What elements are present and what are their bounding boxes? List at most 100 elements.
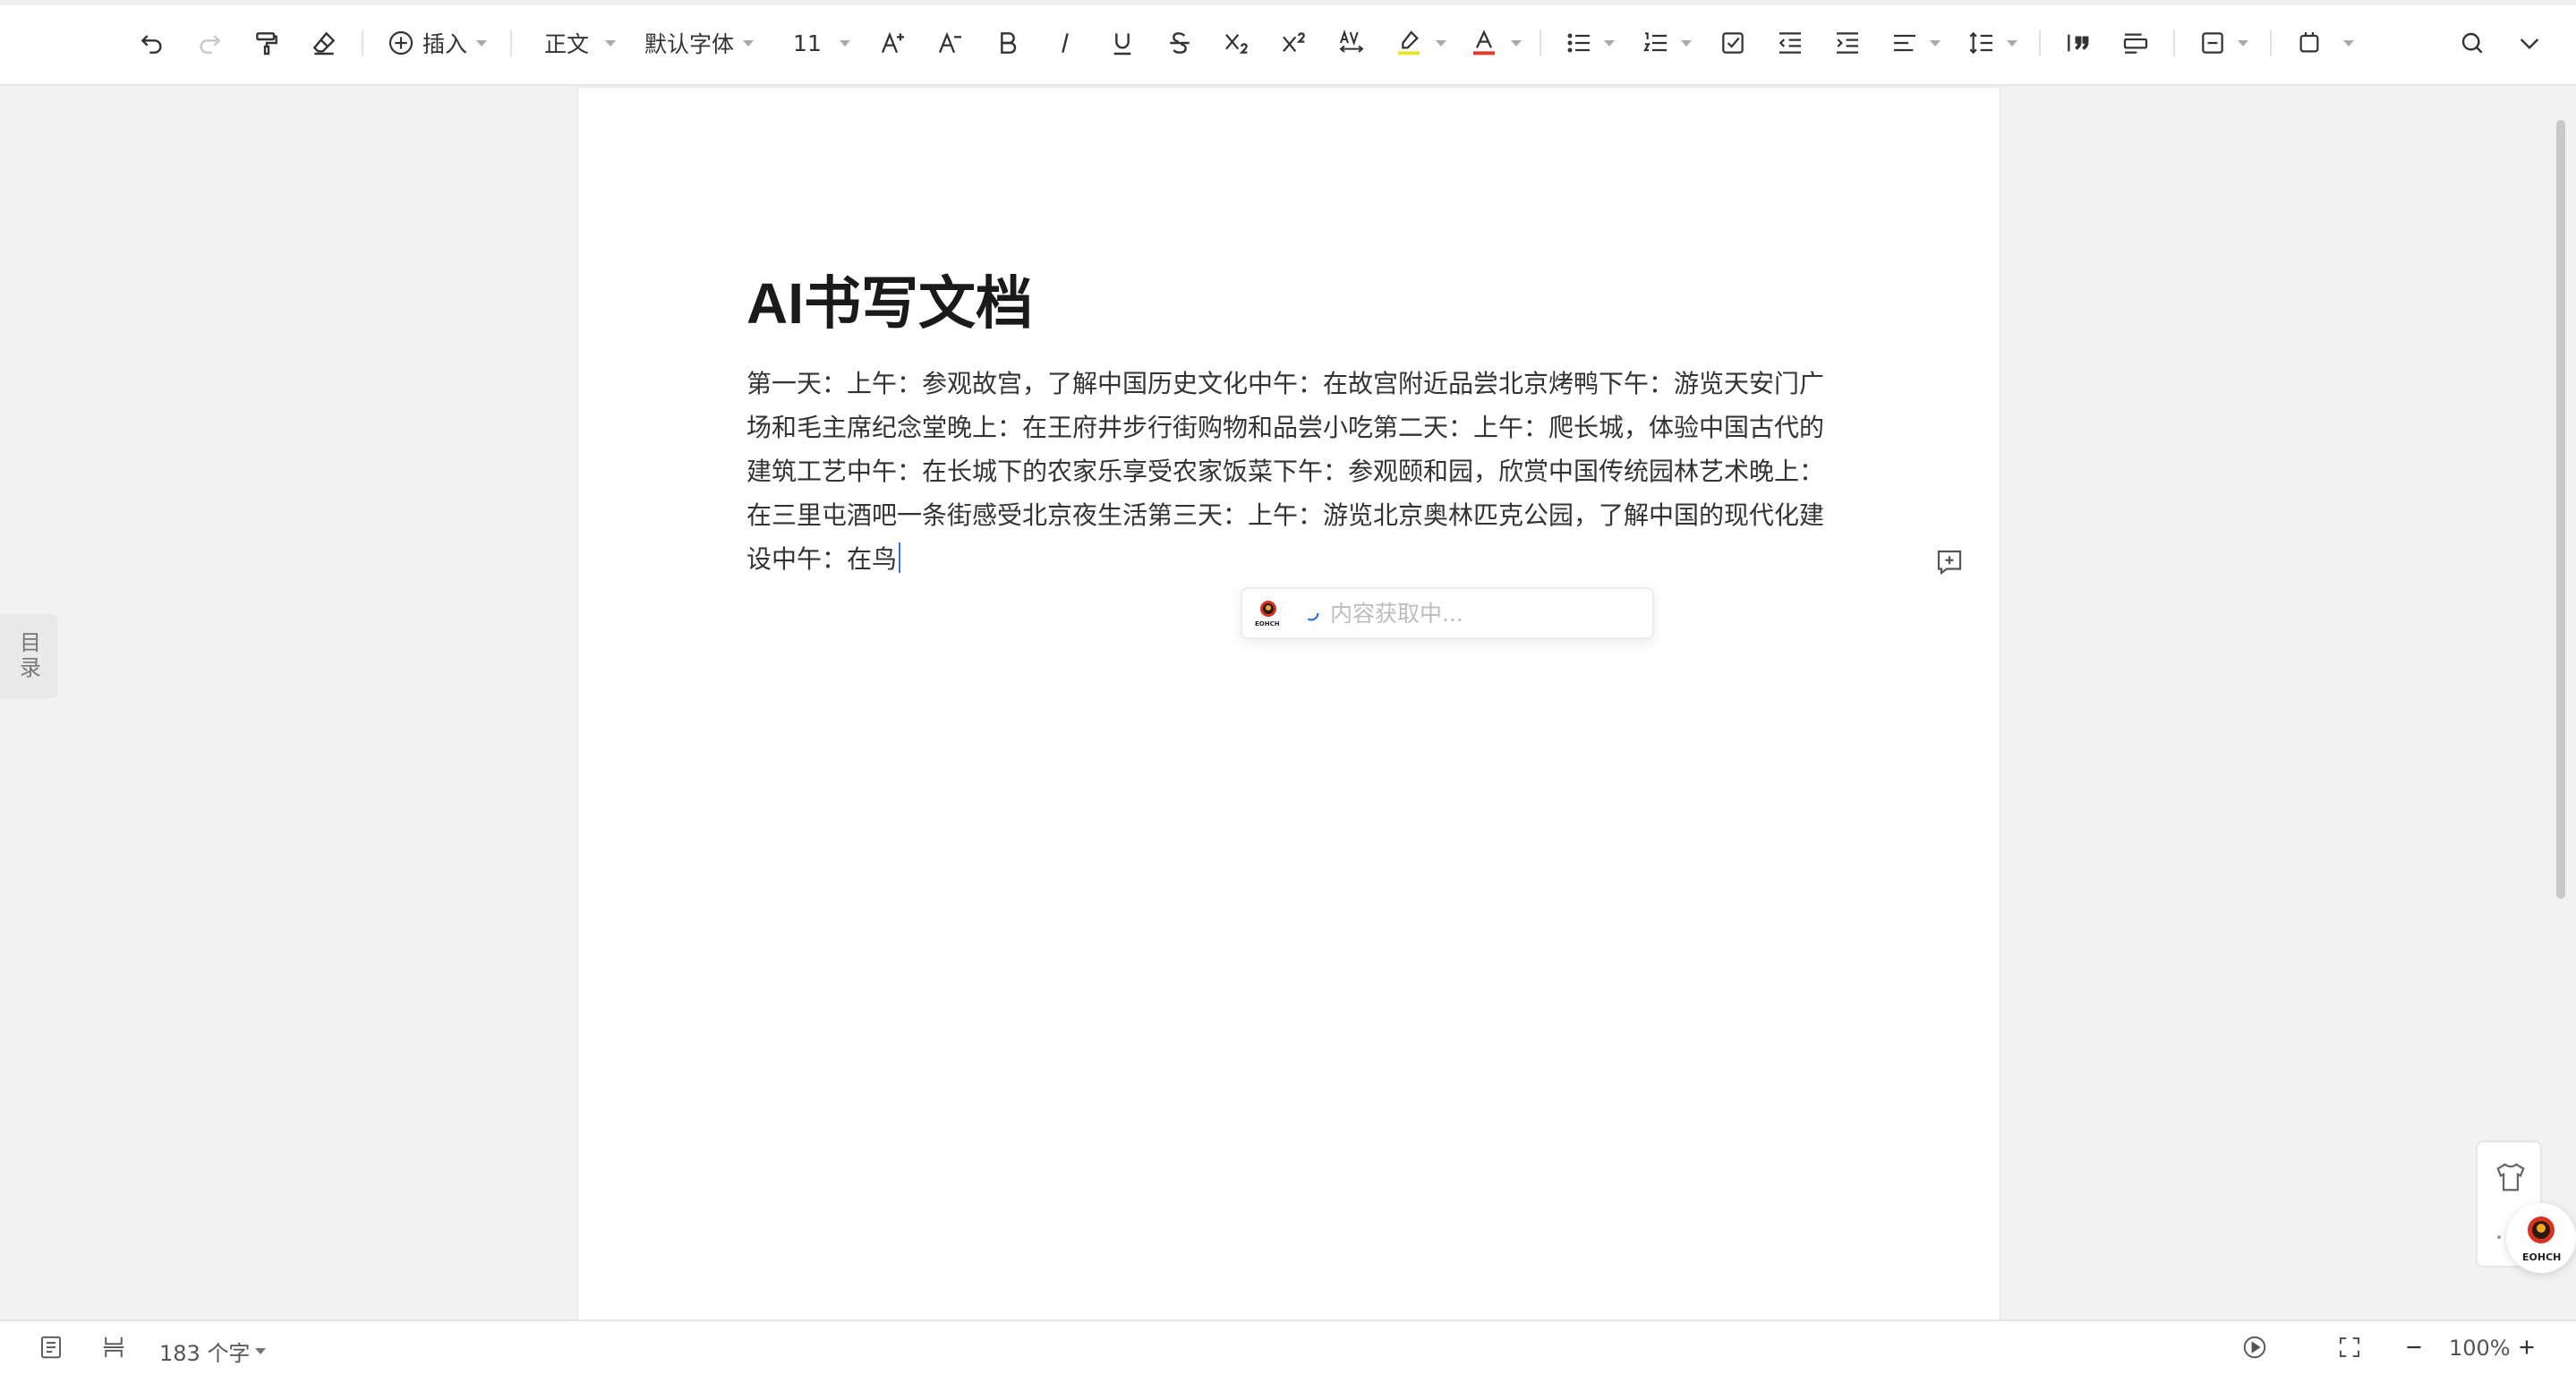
fullscreen-button[interactable]: [2336, 1334, 2363, 1361]
toolbar-left-group: 插入 正文 默认字体 11: [132, 23, 2354, 63]
theme-skin-button[interactable]: [2494, 1160, 2528, 1194]
ai-content-popup: EOHCH: [1241, 587, 1654, 639]
outline-icon: [41, 1336, 61, 1359]
chevron-down-icon: [743, 39, 755, 47]
plus-icon: [2520, 1340, 2534, 1354]
toolbar: 插入 正文 默认字体 11: [0, 0, 2576, 86]
chevron-down-icon: [2520, 38, 2539, 50]
plugin-button[interactable]: [2290, 23, 2329, 63]
superscript-button[interactable]: [1275, 23, 1314, 63]
eraser-icon: [312, 31, 336, 56]
numbered-list-icon: [1642, 32, 1667, 52]
line-spacing-button[interactable]: [1962, 23, 2001, 63]
align-left-icon: [1893, 34, 1915, 52]
font-increase-icon: [881, 31, 904, 54]
zoom-out-button-hit[interactable]: [2401, 1334, 2427, 1361]
outline-view-button[interactable]: [38, 1334, 64, 1361]
decrease-font-button[interactable]: [931, 23, 970, 63]
format-painter-button[interactable]: [247, 23, 286, 63]
font-color-button[interactable]: [1464, 23, 1504, 63]
subscript-button[interactable]: [1217, 23, 1257, 63]
vertical-scrollbar-thumb[interactable]: [2556, 120, 2565, 899]
chevron-down-icon: [476, 39, 488, 47]
word-count-label: 183 个字: [159, 1341, 251, 1366]
strikethrough-button[interactable]: [1160, 23, 1199, 63]
align-button[interactable]: [1885, 23, 1924, 63]
plus-circle-icon: [388, 30, 414, 56]
chevron-down-icon: [255, 1348, 267, 1354]
chevron-down-icon[interactable]: [1680, 39, 1692, 47]
chevron-down-icon[interactable]: [2006, 39, 2017, 47]
ai-assistant-avatar[interactable]: EOHCH: [2506, 1203, 2576, 1273]
toolbar-divider: [1539, 30, 1541, 56]
toc-toggle-tab[interactable]: 目录: [0, 614, 57, 698]
toc-label: 目录: [15, 631, 41, 681]
bullet-list-icon: [1567, 33, 1590, 53]
superscript-icon: [1282, 32, 1305, 53]
template-icon: [2202, 32, 2223, 54]
quote-icon: [2067, 34, 2089, 52]
strikethrough-icon: [1170, 32, 1190, 54]
outdent-icon: [1778, 32, 1801, 54]
subscript-icon: [1224, 33, 1248, 54]
paragraph-style-select[interactable]: 正文: [539, 23, 621, 63]
bold-button[interactable]: [988, 23, 1028, 63]
font-decrease-icon: [938, 31, 961, 54]
italic-button[interactable]: [1045, 23, 1085, 63]
word-count[interactable]: 183 个字: [159, 1336, 267, 1367]
document-title[interactable]: AI书写文档: [746, 258, 1033, 340]
zoom-level[interactable]: 100%: [2449, 1336, 2511, 1361]
character-spacing-icon: [1339, 29, 1364, 53]
undo-button[interactable]: [132, 23, 172, 63]
ai-content-input[interactable]: [1328, 599, 1627, 628]
zoom-in-button[interactable]: [2513, 1334, 2540, 1361]
document-page[interactable]: AI书写文档 第一天：上午：参观故宫，了解中国历史文化中午：在故宫附近品尝北京烤…: [578, 88, 2000, 1319]
ai-logo-text: EOHCH: [1255, 620, 1280, 628]
clear-format-button[interactable]: [304, 23, 344, 63]
highlight-button[interactable]: [1389, 23, 1429, 63]
bullet-list-button[interactable]: [1559, 23, 1599, 63]
increase-indent-button[interactable]: [1828, 23, 1867, 63]
template-button[interactable]: [2193, 23, 2232, 63]
page-break-icon: [103, 1337, 124, 1358]
task-list-button[interactable]: [1713, 23, 1753, 63]
toolbar-divider: [2038, 30, 2041, 56]
toolbar-right-group: [2452, 23, 2549, 63]
font-family-select[interactable]: 默认字体: [639, 23, 759, 63]
chevron-down-icon: [839, 39, 850, 47]
highlight-dropdown-icon[interactable]: [1435, 39, 1446, 47]
search-button[interactable]: [2452, 23, 2492, 63]
play-presentation-button[interactable]: [2241, 1334, 2268, 1361]
font-color-dropdown-icon[interactable]: [1510, 39, 1522, 47]
numbered-list-button[interactable]: [1636, 23, 1676, 63]
expand-toolbar-button[interactable]: [2510, 23, 2549, 63]
insert-menu-button[interactable]: 插入: [381, 23, 492, 63]
page-layout-button[interactable]: [100, 1334, 127, 1361]
chevron-down-icon[interactable]: [1929, 39, 1941, 47]
play-icon: [2243, 1336, 2266, 1359]
underline-icon: [1113, 33, 1131, 56]
chevron-down-icon[interactable]: [1603, 39, 1615, 47]
body-text: 第一天：上午：参观故宫，了解中国历史文化中午：在故宫附近品尝北京烤鸭下午：游览天…: [746, 369, 1825, 574]
document-body[interactable]: 第一天：上午：参观故宫，了解中国历史文化中午：在故宫附近品尝北京烤鸭下午：游览天…: [746, 362, 1830, 581]
decrease-indent-button[interactable]: [1770, 23, 1810, 63]
italic-icon: [1062, 33, 1069, 53]
increase-font-button[interactable]: [874, 23, 913, 63]
chevron-down-icon[interactable]: [2237, 39, 2248, 47]
search-icon: [2461, 32, 2483, 54]
add-comment-button[interactable]: [1933, 546, 1966, 578]
shirt-icon: [2496, 1163, 2525, 1191]
character-spacing-button[interactable]: [1332, 23, 1371, 63]
underline-button[interactable]: [1103, 23, 1142, 63]
loading-spinner-icon: [1307, 612, 1319, 621]
redo-button[interactable]: [190, 23, 229, 63]
minus-icon: [2407, 1345, 2421, 1349]
paragraph-style-label: 正文: [544, 31, 590, 57]
indent-icon: [1836, 32, 1858, 54]
toolbar-divider: [362, 30, 363, 56]
quote-button[interactable]: [2059, 23, 2098, 63]
line-spacing-icon: [1969, 31, 1992, 55]
highlight-block-button[interactable]: [2116, 23, 2155, 63]
font-size-select[interactable]: 11: [788, 23, 856, 63]
chevron-down-icon[interactable]: [2342, 39, 2354, 47]
